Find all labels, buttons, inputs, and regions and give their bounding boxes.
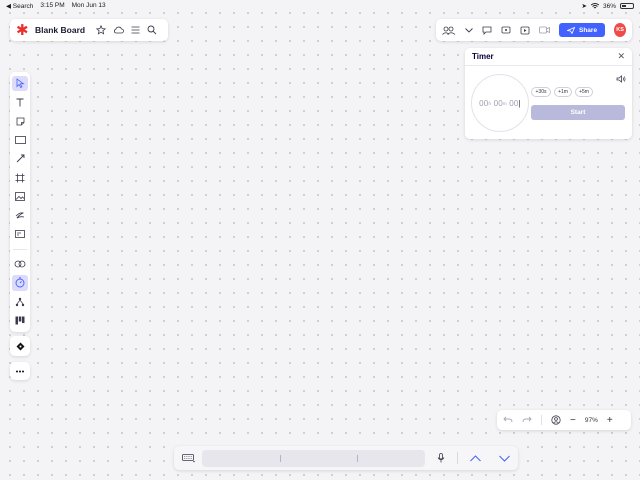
apps-tool[interactable]: [12, 340, 28, 353]
zoom-out-button[interactable]: −: [570, 415, 576, 426]
stopwatch-icon: [15, 277, 25, 288]
pen-tool[interactable]: [12, 207, 28, 223]
suggestion-divider: [357, 454, 358, 462]
keyboard-icon[interactable]: [182, 453, 196, 463]
sticky-note-tool[interactable]: [12, 113, 28, 129]
board-title[interactable]: Blank Board: [35, 25, 85, 35]
image-icon: [15, 192, 25, 201]
comments-icon[interactable]: [482, 26, 492, 35]
timer-minutes[interactable]: 00: [494, 99, 503, 108]
mind-map-tool[interactable]: [12, 294, 28, 310]
video-call-icon[interactable]: [539, 26, 550, 34]
avatar[interactable]: KS: [614, 23, 626, 37]
kanban-tool[interactable]: [12, 313, 28, 329]
collaboration-bar: Share KS: [436, 19, 632, 41]
share-button-label: Share: [579, 26, 598, 34]
mind-map-icon: [15, 297, 25, 306]
status-date: Mon Jun 13: [71, 2, 106, 9]
timer-panel: Timer ✕ 00 h 00 m 00 | +30s +1m +5m Start: [465, 48, 632, 139]
connector-tool[interactable]: [12, 151, 28, 167]
menu-icon[interactable]: [131, 26, 140, 34]
timer-dial[interactable]: 00 h 00 m 00 |: [471, 74, 529, 132]
zoom-divider: [541, 415, 542, 425]
frame-tool[interactable]: [12, 170, 28, 186]
chevron-up-icon[interactable]: [470, 454, 481, 462]
timer-hours[interactable]: 00: [479, 99, 488, 108]
suggestion-divider: [280, 454, 281, 462]
zoom-level[interactable]: 97%: [585, 417, 598, 424]
text-icon: [16, 98, 24, 107]
apps-toolbar: [10, 336, 30, 356]
shape-tool[interactable]: [12, 132, 28, 148]
arrow-icon: [16, 154, 24, 163]
location-icon: ➤: [581, 3, 587, 10]
add-5m-button[interactable]: +5m: [575, 87, 593, 97]
miro-logo-icon[interactable]: ✱: [16, 23, 29, 38]
battery-percent: 36%: [602, 2, 616, 10]
battery-icon: [620, 3, 634, 9]
redo-icon[interactable]: [522, 416, 532, 424]
start-button[interactable]: Start: [531, 105, 625, 120]
ellipsis-icon: [16, 370, 24, 372]
rectangle-icon: [14, 136, 26, 144]
keyboard-accessory-bar: [174, 446, 518, 470]
status-time: 3:15 PM: [40, 2, 65, 9]
status-bar: ◀ Search 3:15 PM Mon Jun 13 ➤ 36%: [0, 0, 640, 12]
close-icon[interactable]: ✕: [617, 51, 625, 62]
more-toolbar: [10, 362, 30, 380]
star-icon[interactable]: [96, 25, 107, 35]
chevron-down-icon[interactable]: [499, 455, 510, 462]
search-icon[interactable]: [147, 25, 157, 35]
pen-icon: [15, 212, 25, 219]
comment-icon: [15, 230, 25, 239]
timer-header: Timer ✕: [465, 48, 632, 66]
zoom-in-button[interactable]: +: [607, 415, 613, 426]
comment-tool[interactable]: [12, 226, 28, 242]
cloud-icon[interactable]: [113, 26, 124, 34]
sound-icon[interactable]: [616, 70, 626, 88]
timer-tool[interactable]: [12, 274, 28, 291]
present-icon[interactable]: [520, 26, 530, 35]
cursor-icon: [16, 78, 25, 89]
accessory-divider: [457, 452, 458, 464]
add-30s-button[interactable]: +30s: [531, 87, 551, 97]
timer-seconds[interactable]: 00: [509, 99, 518, 108]
text-tool[interactable]: [12, 94, 28, 110]
timer-title: Timer: [472, 52, 494, 61]
zoom-bar: − 97% +: [497, 410, 631, 430]
predictive-text-bar[interactable]: [202, 449, 426, 467]
more-tools-button[interactable]: [12, 366, 28, 377]
timer-minutes-unit: m: [502, 100, 507, 106]
user-focus-icon[interactable]: [551, 415, 561, 425]
board-header: ✱ Blank Board: [10, 19, 168, 41]
wifi-icon: [590, 3, 599, 9]
creation-toolbar: [10, 72, 30, 332]
microphone-icon[interactable]: [437, 453, 445, 463]
back-to-app-link[interactable]: ◀ Search: [6, 2, 33, 10]
undo-icon[interactable]: [503, 416, 513, 424]
diamond-icon: [16, 342, 24, 350]
chevron-down-icon[interactable]: [465, 27, 473, 33]
collaboration-tool[interactable]: [12, 256, 28, 272]
add-1m-button[interactable]: +1m: [554, 87, 572, 97]
select-tool[interactable]: [12, 75, 28, 92]
share-button[interactable]: Share: [559, 23, 606, 37]
reactions-icon[interactable]: [501, 26, 511, 35]
toolbar-divider: [13, 248, 27, 250]
link-circles-icon: [14, 260, 26, 268]
kanban-icon: [15, 316, 25, 325]
sticky-note-icon: [16, 117, 24, 126]
collaborators-icon[interactable]: [442, 26, 456, 35]
upload-tool[interactable]: [12, 189, 28, 205]
send-icon: [567, 26, 575, 34]
timer-hours-unit: h: [488, 100, 492, 106]
frame-icon: [15, 173, 25, 183]
